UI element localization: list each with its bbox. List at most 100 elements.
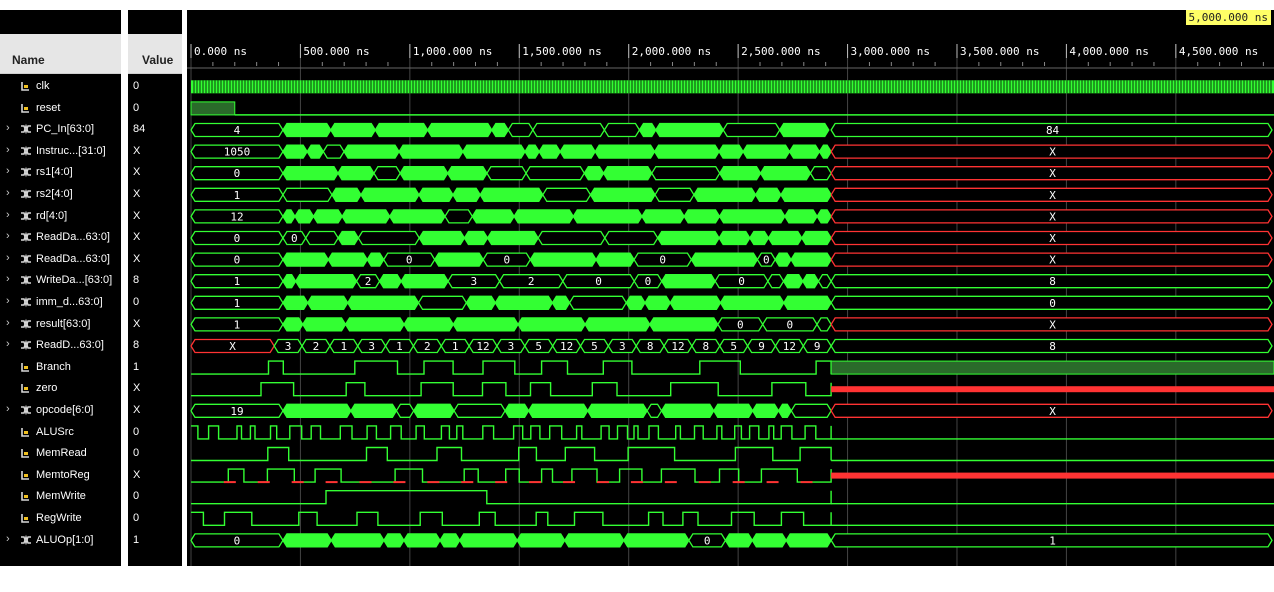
signal-name: zero	[36, 382, 58, 395]
bus-value-label: 3	[619, 340, 626, 353]
bus-value-segment	[542, 187, 592, 202]
bus-value-label: 0	[503, 254, 510, 267]
bus-value-label: 1	[234, 318, 241, 331]
expand-chevron-icon[interactable]: ›	[6, 122, 10, 134]
expand-chevron-icon[interactable]: ›	[6, 295, 10, 307]
signal-name: ReadDa...63:0]	[36, 231, 110, 244]
signal-row[interactable]: › ReadD...63:0] 8	[0, 335, 182, 356]
expand-chevron-icon[interactable]: ›	[6, 165, 10, 177]
signal-row[interactable]: ALUSrc 0	[0, 422, 182, 443]
bus-value-segment	[504, 403, 530, 418]
bus-value-label: 0	[234, 232, 241, 245]
bus-value-label: 0	[659, 254, 666, 267]
bus-value-segment	[400, 274, 449, 289]
bus-value-segment	[399, 166, 449, 181]
signal-row[interactable]: MemtoReg X	[0, 465, 182, 486]
bit-signal-icon	[21, 103, 29, 113]
bus-value-segment	[777, 403, 793, 418]
expand-chevron-icon[interactable]: ›	[6, 273, 10, 285]
signal-row[interactable]: Branch 1	[0, 357, 182, 378]
signal-row[interactable]: zero X	[0, 378, 182, 399]
signal-row[interactable]: › Instruc...[31:0] X	[0, 141, 182, 162]
name-column-header[interactable]: Name	[12, 53, 45, 67]
expand-chevron-icon[interactable]: ›	[6, 187, 10, 199]
bus-value-label: 0	[645, 275, 652, 288]
bus-value-segment	[479, 187, 544, 202]
bit-waveform	[191, 468, 832, 483]
bus-value-segment	[327, 252, 369, 267]
waveform-panel[interactable]: 0.000 ns 500.000 ns 1,000.000 ns 1,500.000 …	[187, 10, 1274, 566]
bus-signal-icon	[21, 188, 31, 200]
signal-row[interactable]: › rs2[4:0] X	[0, 184, 182, 205]
signal-row[interactable]: › ALUOp[1:0] 1	[0, 530, 182, 551]
signal-row[interactable]: › result[63:0] X	[0, 314, 182, 335]
column-divider[interactable]	[121, 10, 128, 592]
value-column-header[interactable]: Value	[142, 53, 173, 67]
time-tick-label: 500.000 ns	[303, 45, 369, 58]
signal-row[interactable]: › WriteDa...[63:0] 8	[0, 270, 182, 291]
reset-high-segment	[190, 101, 236, 116]
signal-name: rs1[4:0]	[36, 166, 73, 179]
bus-value-segment	[782, 274, 804, 289]
signal-row[interactable]: › ReadDa...63:0] X	[0, 227, 182, 248]
signal-value: X	[133, 382, 141, 395]
signal-row[interactable]: RegWrite 0	[0, 508, 182, 529]
bus-signal-icon	[21, 318, 31, 329]
bus-value-label: 1	[396, 340, 403, 353]
time-tick-label: 4,000.000 ns	[1069, 45, 1148, 58]
signal-row[interactable]: › opcode[6:0] X	[0, 400, 182, 421]
bus-value-segment	[589, 187, 656, 202]
bus-value-segment	[538, 144, 561, 159]
bus-value-label: 2	[365, 275, 372, 288]
bus-value-segment	[398, 144, 464, 159]
signal-value: X	[133, 468, 141, 481]
bus-value-segment	[742, 144, 791, 159]
bus-value-segment	[337, 230, 360, 246]
signal-row[interactable]: › imm_d...63:0] 0	[0, 292, 182, 313]
expand-chevron-icon[interactable]: ›	[6, 230, 10, 242]
bus-value-segment	[494, 295, 554, 310]
signal-row[interactable]: clk 0	[0, 76, 182, 97]
bus-value-label: 12	[671, 340, 684, 353]
signal-row[interactable]: MemWrite 0	[0, 486, 182, 507]
bus-value-segment	[816, 209, 832, 224]
expand-chevron-icon[interactable]: ›	[6, 317, 10, 329]
bus-value-segment	[350, 403, 398, 418]
bus-value-segment	[622, 533, 690, 548]
expand-chevron-icon[interactable]: ›	[6, 209, 10, 221]
signal-row[interactable]: reset 0	[0, 98, 182, 119]
bus-value-label: 0	[1049, 297, 1056, 310]
bus-value-label: 12	[783, 340, 796, 353]
bus-value-segment	[602, 166, 653, 181]
bus-value-label: 1	[452, 340, 459, 353]
signal-row[interactable]: MemRead 0	[0, 443, 182, 464]
bus-value-segment	[418, 230, 466, 246]
signal-name: MemWrite	[36, 490, 86, 503]
signal-row[interactable]: › PC_In[63:0] 84	[0, 119, 182, 140]
bus-value-label: 9	[758, 340, 765, 353]
waveform-canvas[interactable]: 0.000 ns 500.000 ns 1,000.000 ns 1,500.000 …	[187, 10, 1274, 566]
bus-value-segment	[722, 122, 781, 138]
bus-value-label: 0	[234, 254, 241, 267]
bus-value-segment	[337, 166, 375, 181]
time-tick-label: 1,000.000 ns	[413, 45, 492, 58]
expand-chevron-icon[interactable]: ›	[6, 533, 10, 545]
expand-chevron-icon[interactable]: ›	[6, 403, 10, 415]
bus-value-label: 5	[730, 340, 737, 353]
bus-value-segment	[537, 230, 606, 246]
time-tick-label: 1,500.000 ns	[522, 45, 601, 58]
bus-value-label: 2	[313, 340, 320, 353]
bus-value-label: 1	[1049, 534, 1056, 547]
bus-value-segment	[513, 209, 575, 224]
expand-chevron-icon[interactable]: ›	[6, 338, 10, 350]
bus-value-label: 8	[1049, 275, 1056, 288]
bus-value-segment	[559, 144, 596, 159]
expand-chevron-icon[interactable]: ›	[6, 144, 10, 156]
expand-chevron-icon[interactable]: ›	[6, 252, 10, 264]
signal-row[interactable]: › rs1[4:0] X	[0, 162, 182, 183]
time-tick-label: 0.000 ns	[194, 45, 247, 58]
signal-row[interactable]: › rd[4:0] X	[0, 206, 182, 227]
signal-name: result[63:0]	[36, 317, 91, 330]
bus-signal-icon	[21, 404, 31, 416]
signal-row[interactable]: › ReadDa...63:0] X	[0, 249, 182, 270]
